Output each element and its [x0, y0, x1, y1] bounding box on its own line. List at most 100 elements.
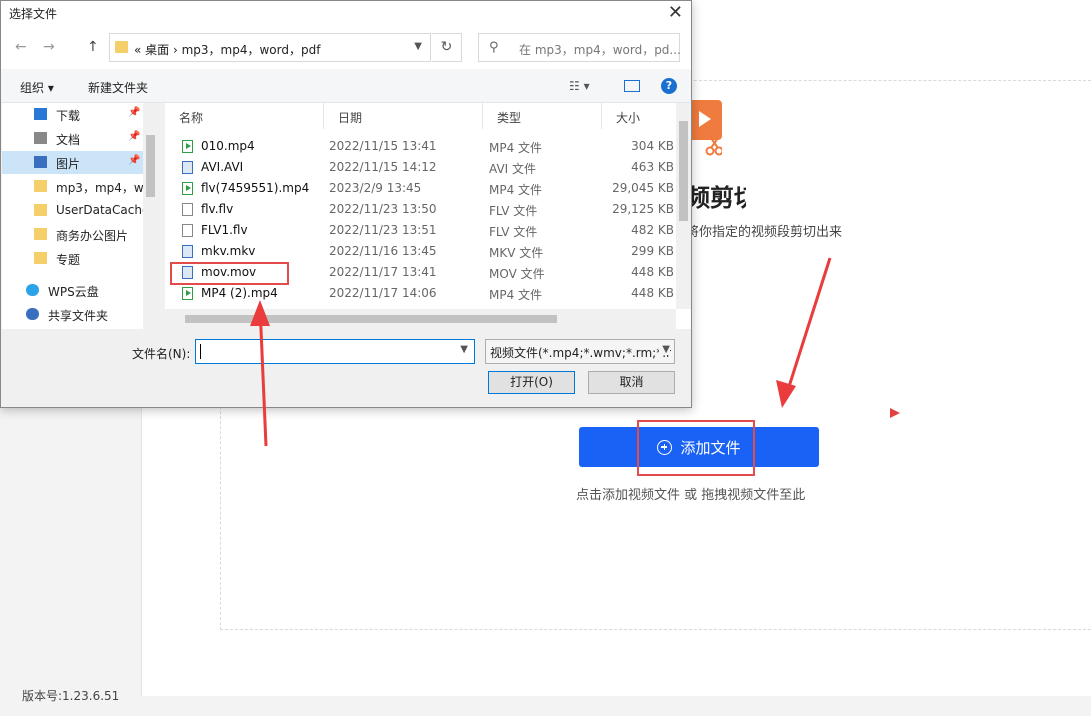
file-row[interactable]: mkv.mkv 2022/11/16 13:45 MKV 文件 299 KB — [165, 241, 675, 262]
filename-label: 文件名(N): — [132, 347, 191, 361]
play-icon — [890, 408, 900, 418]
column-header-type[interactable]: 类型 — [483, 103, 602, 129]
file-date: 2022/11/17 14:06 — [329, 286, 437, 300]
nav-item[interactable]: 专题 — [2, 247, 144, 270]
chevron-down-icon[interactable]: ▼ — [659, 344, 670, 355]
nav-item[interactable]: 图片 📌 — [2, 151, 144, 174]
nav-item-label: 共享文件夹 — [48, 309, 109, 323]
file-list-hscrollbar[interactable] — [165, 309, 676, 329]
new-folder-button[interactable]: 新建文件夹 — [88, 79, 148, 96]
nav-item[interactable]: WPS云盘 — [2, 279, 144, 302]
video-file-icon — [182, 140, 193, 153]
nav-item-label: mp3，mp4，w — [56, 181, 144, 195]
file-size: 299 KB — [631, 244, 674, 258]
file-name: 010.mp4 — [201, 139, 255, 153]
view-options-icon[interactable]: ☷ ▾ — [569, 79, 590, 93]
file-size: 448 KB — [631, 286, 674, 300]
navigation-pane: 下载 📌 文档 📌 图片 📌 mp3，mp4，w UserDataCache 商务办公图片 专题 W… — [2, 103, 158, 329]
text-caret — [200, 344, 201, 359]
file-date: 2022/11/16 13:45 — [329, 244, 437, 258]
back-icon[interactable]: ← — [15, 39, 27, 55]
add-file-label: 添加文件 — [680, 438, 741, 457]
nav-scrollbar[interactable] — [143, 103, 158, 329]
folder-icon — [34, 252, 47, 264]
file-list-vscrollbar[interactable] — [676, 103, 691, 309]
media-file-icon — [182, 161, 193, 174]
nav-item[interactable]: UserDataCache — [2, 199, 144, 222]
file-row[interactable]: flv.flv 2022/11/23 13:50 FLV 文件 29,125 KB — [165, 199, 675, 220]
nav-item-label: WPS云盘 — [48, 285, 99, 299]
column-header-name[interactable]: 名称 — [165, 103, 324, 129]
folder-icon — [115, 41, 128, 53]
up-icon[interactable]: ↑ — [87, 39, 99, 55]
file-size: 463 KB — [631, 160, 674, 174]
pin-icon: 📌 — [128, 155, 141, 166]
file-type: MP4 文件 — [489, 288, 543, 302]
nav-item-label: 下载 — [56, 109, 81, 123]
file-date: 2022/11/17 13:41 — [329, 265, 437, 279]
plus-circle-icon — [657, 439, 673, 455]
filename-row: 文件名(N): ▼ 视频文件(*.mp4;*.wmv;*.rm;*.r ▼ 打开… — [1, 331, 691, 409]
file-type: MP4 文件 — [489, 141, 543, 155]
drop-hint: 点击添加视频文件 或 拖拽视频文件至此 — [576, 488, 806, 503]
search-input[interactable]: ⚲ 在 mp3，mp4，word，pd... — [478, 33, 681, 62]
file-row[interactable]: AVI.AVI 2022/11/15 14:12 AVI 文件 463 KB — [165, 157, 675, 178]
file-date: 2022/11/15 14:12 — [329, 160, 437, 174]
file-row[interactable]: flv(7459551).mp4 2023/2/9 13:45 MP4 文件 29,0… — [165, 178, 675, 199]
file-date: 2023/2/9 13:45 — [329, 181, 422, 195]
nav-item[interactable]: mp3，mp4，w — [2, 175, 144, 198]
file-row[interactable]: FLV1.flv 2022/11/23 13:51 FLV 文件 482 KB — [165, 220, 675, 241]
media-file-icon — [182, 245, 193, 258]
file-size: 304 KB — [631, 139, 674, 153]
nav-item[interactable]: 共享文件夹 — [2, 303, 144, 326]
file-date: 2022/11/23 13:50 — [329, 202, 437, 216]
address-bar[interactable]: « 桌面 › mp3，mp4，word，pdf ▼ — [109, 33, 431, 62]
nav-item-label: 文档 — [56, 133, 81, 147]
file-type: FLV 文件 — [489, 204, 538, 218]
app-footer — [141, 696, 1091, 716]
file-dialog: 选择文件 ✕ ← → ↑ « 桌面 › mp3，mp4，word，pdf ▼ ↻… — [0, 0, 692, 408]
file-row[interactable]: 010.mp4 2022/11/15 13:41 MP4 文件 304 KB — [165, 136, 675, 157]
nav-item[interactable]: 文档 📌 — [2, 127, 144, 150]
filename-input[interactable]: ▼ — [195, 339, 475, 364]
media-file-icon — [182, 266, 193, 279]
add-file-button[interactable]: 添加文件 — [579, 427, 819, 467]
folder-icon — [34, 204, 47, 216]
nav-item[interactable]: 下载 📌 — [2, 103, 144, 126]
file-size: 29,125 KB — [612, 202, 674, 216]
video-file-icon — [182, 287, 193, 300]
address-path[interactable]: « 桌面 › mp3，mp4，word，pdf — [134, 41, 320, 58]
preview-pane-icon[interactable] — [624, 80, 640, 92]
column-header-size[interactable]: 大小 — [602, 103, 676, 129]
file-size: 448 KB — [631, 265, 674, 279]
column-header-date[interactable]: 日期 — [324, 103, 483, 129]
cancel-button[interactable]: 取消 — [588, 371, 675, 394]
page-title: 频剪切 — [686, 184, 746, 212]
forward-icon[interactable]: → — [43, 39, 55, 55]
file-size: 482 KB — [631, 223, 674, 237]
chevron-down-icon[interactable]: ▼ — [460, 344, 468, 355]
version-label: 版本号:1.23.6.51 — [22, 689, 120, 703]
file-name: mkv.mkv — [201, 244, 256, 258]
file-row[interactable]: MP4 (2).mp4 2022/11/17 14:06 MP4 文件 448 KB — [165, 283, 675, 304]
file-name: mov.mov — [201, 265, 257, 279]
open-button[interactable]: 打开(O) — [488, 371, 575, 394]
help-icon[interactable]: ? — [661, 78, 677, 94]
organize-button[interactable]: 组织 ▾ — [20, 79, 54, 96]
cloud-icon — [26, 284, 39, 296]
close-icon[interactable]: ✕ — [668, 2, 683, 23]
nav-item[interactable]: 商务办公图片 — [2, 223, 144, 246]
search-placeholder: 在 mp3，mp4，word，pd... — [519, 43, 681, 57]
file-type-filter[interactable]: 视频文件(*.mp4;*.wmv;*.rm;*.r ▼ — [485, 339, 675, 364]
file-icon — [182, 224, 193, 237]
file-date: 2022/11/15 13:41 — [329, 139, 437, 153]
refresh-icon[interactable]: ↻ — [432, 33, 462, 62]
dialog-toolbar: 组织 ▾ 新建文件夹 ☷ ▾ ? — [1, 69, 691, 103]
chevron-down-icon[interactable]: ▼ — [414, 41, 422, 52]
file-row[interactable]: mov.mov 2022/11/17 13:41 MOV 文件 448 KB — [165, 262, 675, 283]
file-name: AVI.AVI — [201, 160, 244, 174]
file-name: flv.flv — [201, 202, 234, 216]
file-list: 名称 日期 类型 大小 010.mp4 2022/11/15 13:41 MP4 文… — [165, 103, 691, 329]
nav-item-label: 图片 — [56, 157, 81, 171]
file-date: 2022/11/23 13:51 — [329, 223, 437, 237]
